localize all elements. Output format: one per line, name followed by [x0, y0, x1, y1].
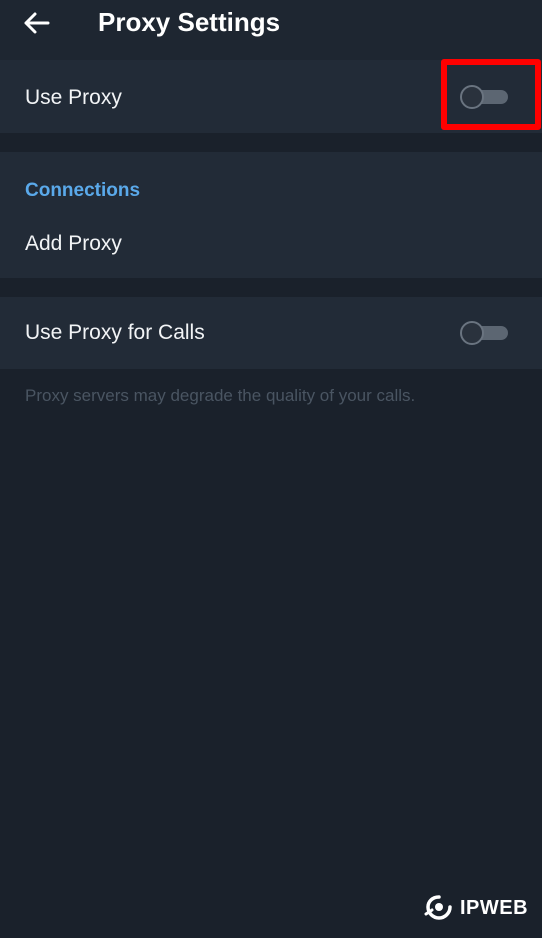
- watermark-text: IPWEB: [460, 896, 529, 919]
- use-proxy-calls-row[interactable]: Use Proxy for Calls: [0, 297, 542, 369]
- use-proxy-calls-label: Use Proxy for Calls: [25, 321, 205, 344]
- add-proxy-label: Add Proxy: [25, 232, 122, 255]
- connections-section-header: Connections: [25, 180, 141, 201]
- toggle-thumb: [460, 321, 484, 345]
- connections-card: Connections Add Proxy: [0, 152, 542, 278]
- use-proxy-calls-toggle[interactable]: [460, 320, 510, 346]
- ipweb-watermark: IPWEB: [424, 894, 528, 922]
- back-button[interactable]: [16, 6, 56, 40]
- add-proxy-row[interactable]: Add Proxy: [0, 218, 542, 278]
- page-title: Proxy Settings: [98, 7, 281, 37]
- proxy-settings-screen: Proxy Settings Use Proxy Connections Add…: [0, 0, 542, 938]
- ipweb-logo-icon: [424, 895, 452, 920]
- use-proxy-label: Use Proxy: [25, 86, 122, 109]
- arrow-left-icon: [24, 12, 50, 34]
- highlight-box: [441, 59, 541, 130]
- app-header: Proxy Settings: [0, 0, 542, 60]
- calls-card: Use Proxy for Calls: [0, 297, 542, 369]
- calls-info-text: Proxy servers may degrade the quality of…: [25, 386, 416, 405]
